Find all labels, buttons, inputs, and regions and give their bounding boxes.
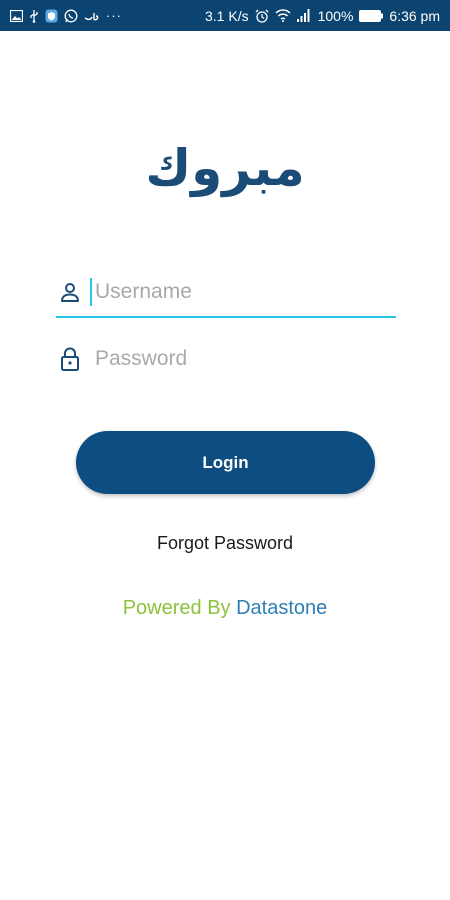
lock-icon	[56, 345, 84, 373]
powered-by-footer: Powered By Datastone	[0, 597, 450, 620]
battery-percent: 100%	[317, 7, 354, 24]
status-bar-right: 3.1 K/s 100% 6:36 pm	[205, 8, 440, 24]
clock: 6:36 pm	[389, 7, 440, 24]
status-bar-left: ···	[10, 8, 122, 24]
usb-icon	[29, 8, 39, 24]
image-icon	[10, 8, 23, 24]
app-logo: مبروك	[145, 139, 305, 197]
alarm-icon	[255, 8, 269, 24]
password-field[interactable]: Password	[56, 335, 396, 383]
wifi-icon	[275, 8, 291, 24]
arabic-text-icon	[84, 8, 100, 24]
battery-icon	[359, 8, 384, 24]
more-notifications-indicator: ···	[106, 8, 122, 23]
whatsapp-icon	[64, 8, 78, 24]
status-bar: ··· 3.1 K/s 100% 6:36 pm	[0, 0, 450, 31]
signal-icon	[296, 8, 312, 24]
username-field[interactable]: Username	[56, 268, 396, 318]
shield-icon	[45, 8, 58, 24]
text-cursor	[90, 278, 92, 306]
network-speed: 3.1 K/s	[205, 7, 249, 24]
forgot-password-link[interactable]: Forgot Password	[0, 533, 450, 554]
brand-name: Datastone	[236, 597, 328, 619]
username-placeholder: Username	[95, 280, 192, 303]
password-placeholder: Password	[95, 347, 188, 370]
login-button[interactable]: Login	[76, 431, 375, 494]
powered-by-label: Powered By	[122, 597, 231, 619]
user-icon	[56, 278, 84, 306]
